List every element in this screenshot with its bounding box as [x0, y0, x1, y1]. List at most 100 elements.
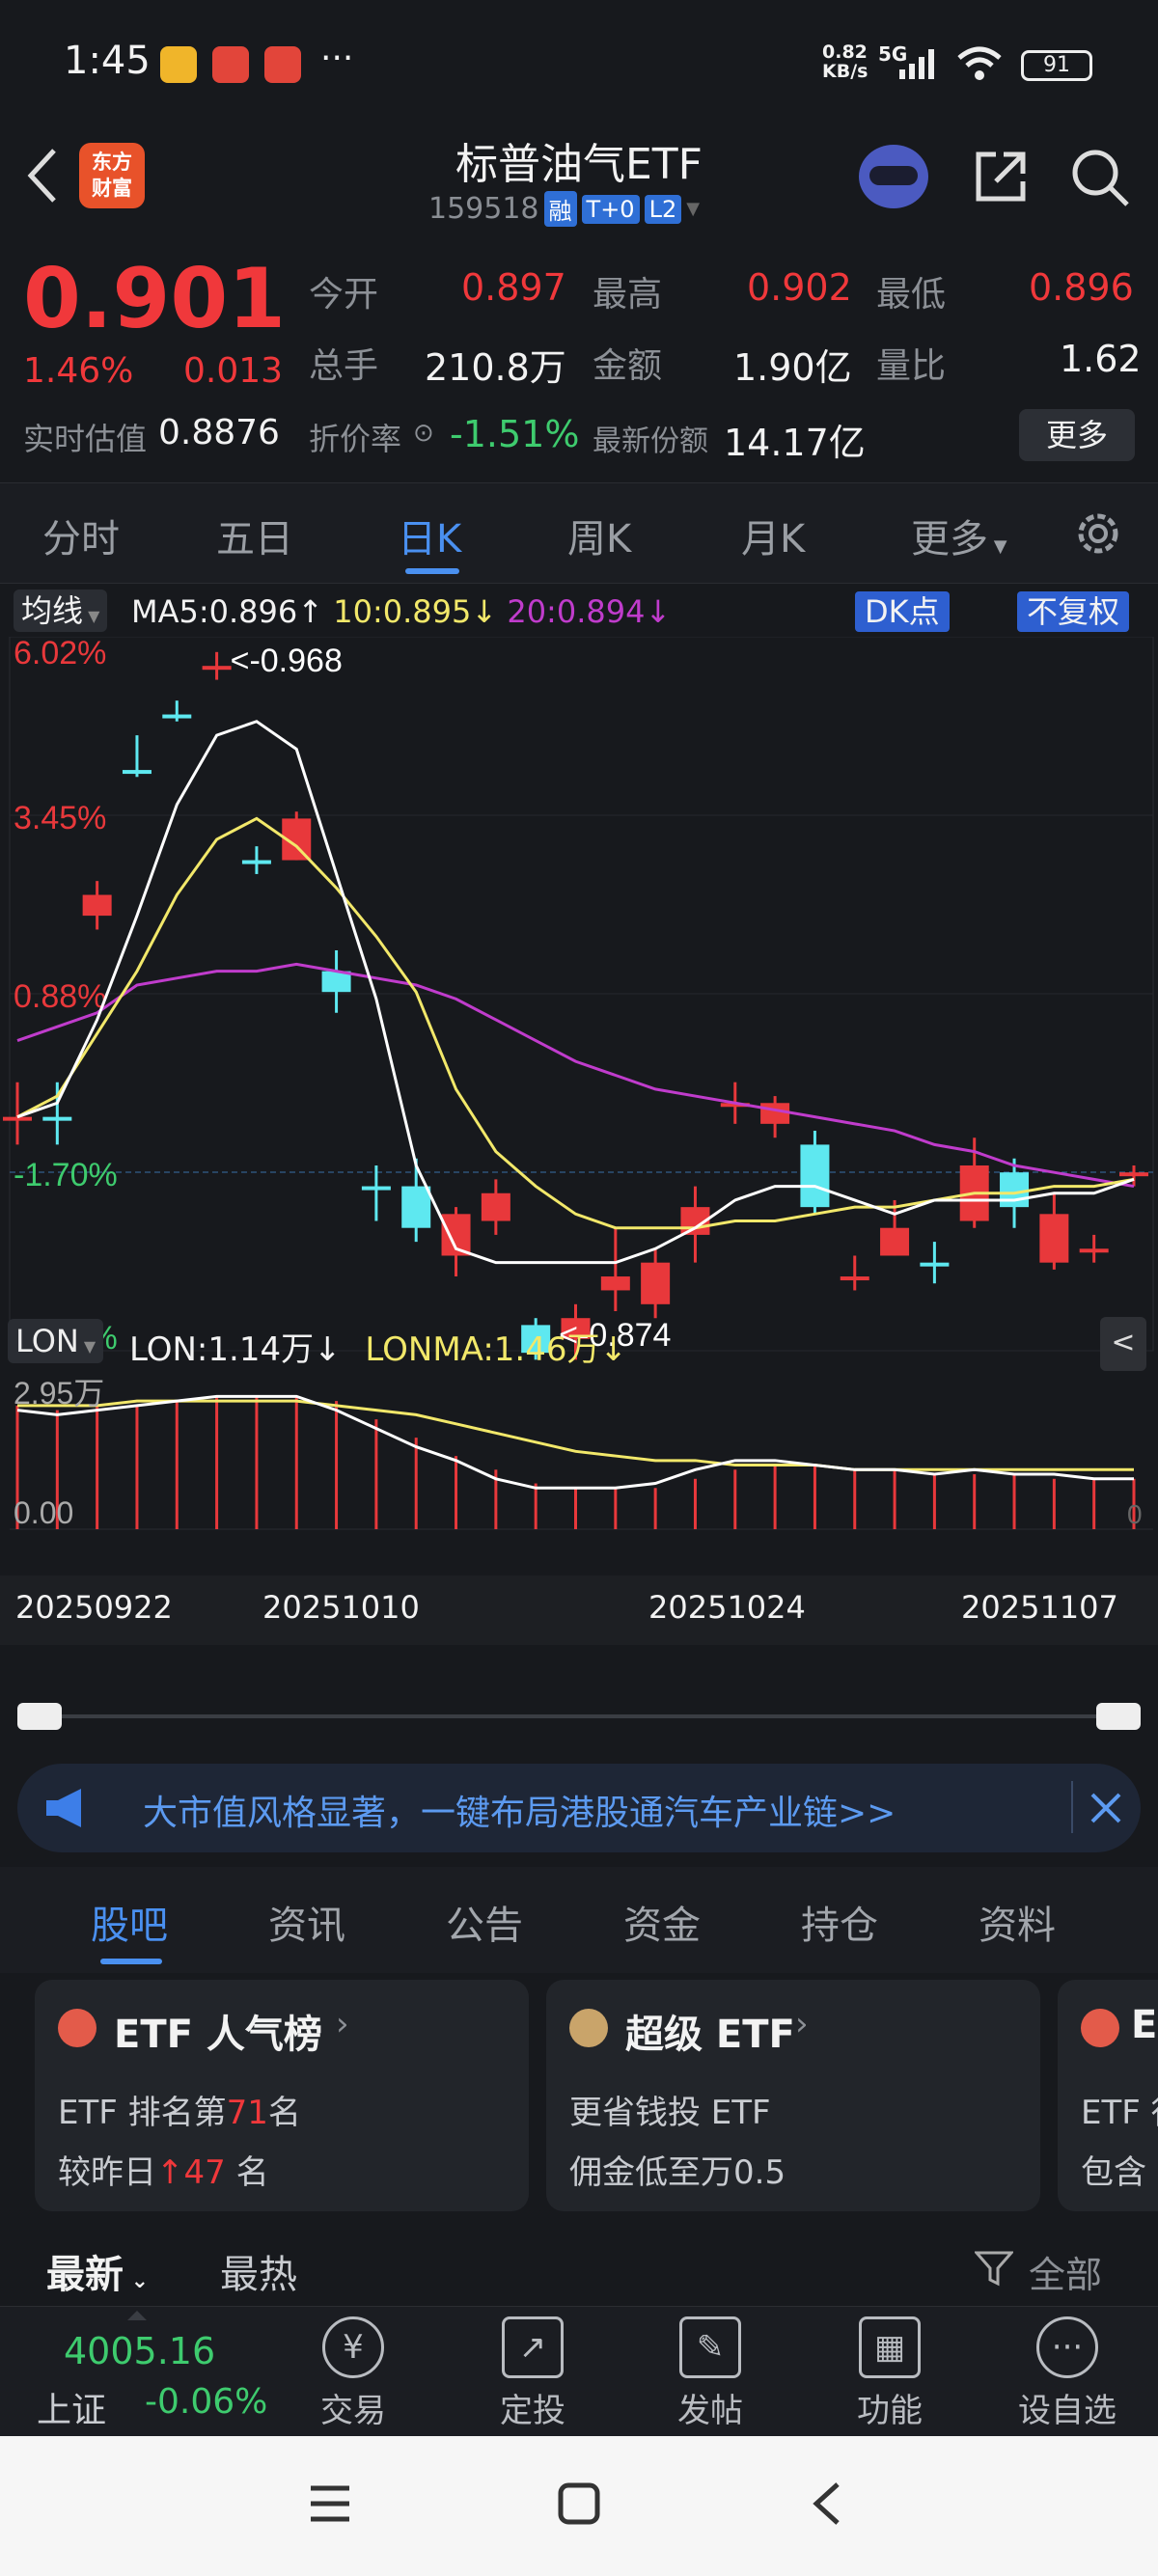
- nav-label: 定投: [500, 2392, 565, 2430]
- nav-functions[interactable]: ▦ 功能: [832, 2316, 948, 2431]
- dropdown-icon[interactable]: ▼: [686, 199, 700, 219]
- tab-forum[interactable]: 股吧: [91, 1894, 168, 1950]
- tab-daily-k[interactable]: 日K: [398, 507, 461, 563]
- search-icon[interactable]: [1069, 147, 1131, 208]
- grid-icon: ▦: [859, 2316, 921, 2378]
- y-axis-label: 6.02%: [14, 637, 106, 671]
- margin-badge: 融: [543, 191, 577, 227]
- range-slider-track[interactable]: [17, 1714, 1141, 1718]
- range-slider-right-handle[interactable]: [1096, 1703, 1141, 1730]
- t0-badge: T+0: [581, 194, 640, 224]
- rank-change-line: 较昨日↑47 名: [58, 2153, 269, 2192]
- dk-point-button[interactable]: DK点: [855, 591, 950, 632]
- tab-news[interactable]: 资讯: [268, 1894, 345, 1950]
- change-amount: 0.013: [183, 351, 284, 391]
- quote-panel: 0.901 1.46% 0.013 实时估值 0.8876 今开 0.897 最…: [0, 241, 1158, 482]
- filter-all[interactable]: 全部: [1029, 2245, 1102, 2298]
- last-price: 0.901: [23, 251, 287, 347]
- discount-label: 折价率: [309, 421, 402, 457]
- sort-hot[interactable]: 最热: [220, 2243, 297, 2299]
- signal-icon: [899, 49, 934, 79]
- filter-icon[interactable]: [975, 2249, 1013, 2288]
- card-title: ETF 人气榜: [114, 2013, 322, 2057]
- promo-banner[interactable]: 大市值风格显著，一键布局港股通汽车产业链>>: [17, 1764, 1141, 1852]
- nav-trade[interactable]: ¥ 交易: [295, 2316, 411, 2431]
- share-label: 最新份额: [593, 425, 708, 458]
- expand-icon[interactable]: [127, 2311, 147, 2320]
- active-tab-indicator: [405, 568, 459, 574]
- tab-announcements[interactable]: 公告: [446, 1894, 523, 1950]
- sort-latest[interactable]: 最新 ⌄: [46, 2243, 149, 2299]
- info-icon[interactable]: ⊙: [413, 419, 434, 448]
- l2-badge: L2: [644, 194, 682, 224]
- settings-icon[interactable]: [1069, 505, 1127, 562]
- active-tab-indicator: [100, 1959, 162, 1964]
- card-title: 超级 ETF: [625, 2013, 795, 2057]
- high-marker: <-0.968: [231, 643, 343, 679]
- close-icon[interactable]: [1089, 1791, 1123, 1825]
- stock-code-row: 159518 融 T+0 L2 ▼: [428, 191, 700, 227]
- candle-body: [122, 770, 152, 775]
- megaphone-icon: [46, 1789, 81, 1827]
- promo-text[interactable]: 大市值风格显著，一键布局港股通汽车产业链>>: [143, 1785, 896, 1835]
- stock-code: 159518: [428, 192, 539, 226]
- candle-body: [202, 666, 232, 671]
- yen-icon: ¥: [322, 2316, 384, 2378]
- ratio-value: 1.62: [1060, 338, 1142, 380]
- candle-body: [1000, 1172, 1030, 1208]
- super-etf-card[interactable]: 超级 ETF › 更省钱投 ETF 佣金低至万0.5: [546, 1980, 1040, 2211]
- tab-more[interactable]: 更多 ▼: [911, 507, 1007, 563]
- etf-card-partial[interactable]: E ETF 行 包含: [1058, 1980, 1158, 2211]
- system-nav-bar: [0, 2436, 1158, 2576]
- chart-icon: [58, 2009, 96, 2047]
- share-icon[interactable]: [971, 147, 1031, 206]
- tab-weekly-k[interactable]: 周K: [567, 507, 631, 563]
- nav-label: 发帖: [677, 2392, 743, 2430]
- index-name[interactable]: 上证: [37, 2382, 106, 2432]
- tab-five-day[interactable]: 五日: [216, 507, 293, 563]
- card-title: E: [1131, 2003, 1158, 2047]
- candle-body: [82, 894, 112, 917]
- y-axis-label: -1.70%: [14, 1157, 118, 1193]
- tab-monthly-k[interactable]: 月K: [741, 507, 805, 563]
- home-icon[interactable]: [558, 2482, 600, 2525]
- period-tabs: 分时 五日 日K 周K 月K 更多 ▼: [0, 482, 1158, 584]
- ma-selector[interactable]: 均线 ▼: [14, 589, 108, 632]
- sub-y-label: 2.95万: [14, 1376, 104, 1411]
- tab-profile[interactable]: 资料: [979, 1894, 1056, 1950]
- tab-intraday[interactable]: 分时: [42, 507, 120, 563]
- back-icon[interactable]: [809, 2480, 843, 2527]
- card-line: 包含: [1081, 2153, 1146, 2192]
- more-button[interactable]: 更多: [1019, 409, 1135, 461]
- sub-indicator-legend: LON:1.14万↓ LONMA:1.46万↓: [129, 1323, 627, 1370]
- nav-post[interactable]: ✎ 发帖: [652, 2316, 768, 2431]
- collapse-panel-icon[interactable]: <: [1100, 1317, 1146, 1371]
- share-value: 14.17亿: [724, 422, 866, 464]
- range-slider-left-handle[interactable]: [17, 1703, 62, 1730]
- date-label: 20250922: [15, 1589, 173, 1626]
- lon-indicator-chart: 2.95万 0.00 0: [10, 1376, 1153, 1530]
- index-value[interactable]: 4005.16: [64, 2330, 215, 2372]
- notification-icon: [160, 46, 197, 83]
- menu-icon[interactable]: [309, 2484, 351, 2523]
- index-change[interactable]: -0.06%: [145, 2382, 267, 2422]
- battery-icon: 91: [1021, 50, 1092, 81]
- nav-add-watchlist[interactable]: ··· 设自选: [1009, 2316, 1125, 2431]
- discount-value: -1.51%: [450, 413, 580, 455]
- tab-holdings[interactable]: 持仓: [801, 1894, 878, 1950]
- lonma-value: LONMA:1.46万↓: [365, 1330, 627, 1369]
- nav-auto-invest[interactable]: ↗ 定投: [475, 2316, 591, 2431]
- adjust-button[interactable]: 不复权: [1017, 591, 1130, 632]
- y-axis-label: 0.88%: [14, 978, 106, 1015]
- etf-popularity-card[interactable]: ETF 人气榜 › ETF 排名第71名 较昨日↑47 名: [35, 1980, 529, 2211]
- tab-funds[interactable]: 资金: [623, 1894, 701, 1950]
- candle-body: [241, 860, 271, 864]
- nav-label: 设自选: [1018, 2392, 1117, 2430]
- robot-assistant-icon[interactable]: [859, 145, 928, 208]
- sub-indicator-selector[interactable]: LON ▼: [8, 1319, 104, 1363]
- candle-body: [880, 1227, 910, 1256]
- sub-y-label: 0: [1127, 1499, 1143, 1529]
- title-bar: 东方 财富 标普油气ETF 159518 融 T+0 L2 ▼: [0, 125, 1158, 241]
- candle-body: [840, 1276, 869, 1281]
- candlestick-chart[interactable]: 6.02%3.45%0.88%-1.70%-4.27%<-0.968<-0.87…: [0, 637, 1158, 1399]
